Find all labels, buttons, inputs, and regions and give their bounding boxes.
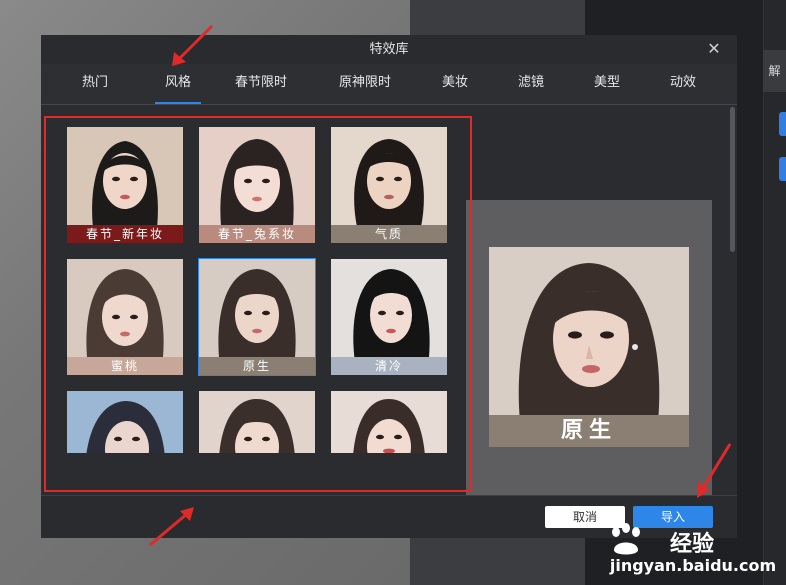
- effect-card[interactable]: 春节_新年妆: [67, 127, 183, 243]
- close-icon[interactable]: ✕: [705, 40, 723, 58]
- background-side-tab[interactable]: 解: [763, 50, 786, 92]
- effect-label: 原生: [199, 357, 315, 375]
- effect-card-selected[interactable]: 原生: [198, 258, 316, 376]
- effects-library-dialog: 特效库 ✕ 热门 风格 春节限时 原神限时 美妆 滤镜 美型 动效 春节_新年妆…: [41, 35, 737, 538]
- background-button[interactable]: [779, 112, 786, 136]
- preview-image: 原生: [489, 247, 689, 447]
- watermark: 经验 jingyan.baidu.com: [600, 520, 786, 585]
- effect-card[interactable]: [199, 391, 315, 453]
- portrait-thumbnail: [331, 391, 447, 453]
- effect-label: 蜜桃: [67, 357, 183, 375]
- tab-genshin[interactable]: 原神限时: [331, 64, 399, 102]
- effect-label: 气质: [331, 225, 447, 243]
- tab-makeup[interactable]: 美妆: [433, 64, 477, 102]
- dialog-titlebar: 特效库 ✕: [41, 35, 737, 64]
- category-tabs: 热门 风格 春节限时 原神限时 美妆 滤镜 美型 动效: [41, 64, 737, 105]
- tab-body-shape[interactable]: 美型: [585, 64, 629, 102]
- preview-label: 原生: [489, 415, 689, 447]
- background-button[interactable]: [779, 157, 786, 181]
- effect-card[interactable]: 气质: [331, 127, 447, 243]
- tab-style[interactable]: 风格: [155, 64, 201, 104]
- paw-logo-icon: [612, 523, 640, 555]
- watermark-text: jingyan.baidu.com: [609, 556, 777, 575]
- portrait-thumbnail: [199, 391, 315, 453]
- portrait-thumbnail: [67, 391, 183, 453]
- tab-filter[interactable]: 滤镜: [509, 64, 553, 102]
- effect-card[interactable]: 蜜桃: [67, 259, 183, 375]
- effect-card[interactable]: [67, 391, 183, 453]
- effect-card[interactable]: 春节_兔系妆: [199, 127, 315, 243]
- effect-label: 清冷: [331, 357, 447, 375]
- scrollbar-thumb[interactable]: [730, 107, 735, 252]
- dialog-title: 特效库: [369, 42, 409, 57]
- effects-grid: 春节_新年妆 春节_兔系妆 气质 蜜桃 原生 清冷: [41, 105, 475, 495]
- effect-label: 春节_新年妆: [67, 225, 183, 243]
- effect-label: 春节_兔系妆: [199, 225, 315, 243]
- effect-card[interactable]: 清冷: [331, 259, 447, 375]
- dialog-content: 春节_新年妆 春节_兔系妆 气质 蜜桃 原生 清冷 原生: [41, 105, 737, 495]
- effect-card[interactable]: [331, 391, 447, 453]
- vertical-scrollbar[interactable]: [728, 105, 737, 495]
- watermark-brand: 经验: [670, 532, 715, 557]
- effect-preview-panel: 原生: [466, 200, 712, 495]
- tab-motion[interactable]: 动效: [661, 64, 705, 102]
- tab-spring-festival[interactable]: 春节限时: [227, 64, 295, 102]
- tab-hot[interactable]: 热门: [69, 64, 121, 102]
